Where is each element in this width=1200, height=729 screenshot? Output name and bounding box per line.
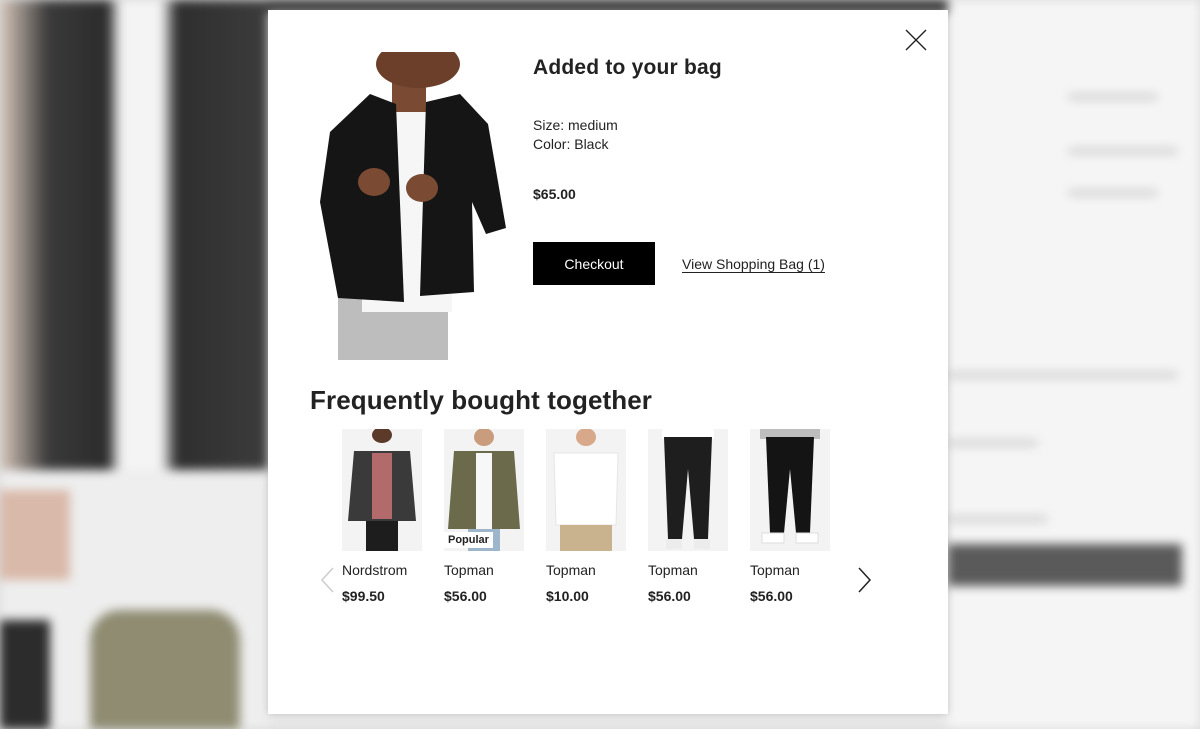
frequently-bought-together-title: Frequently bought together: [310, 385, 653, 415]
modal-title: Added to your bag: [533, 56, 722, 79]
item-size: Size: medium: [533, 117, 618, 133]
recommendation-price: $99.50: [342, 588, 385, 604]
modal-actions: Checkout View Shopping Bag (1): [533, 242, 893, 285]
recommendation-price: $56.00: [648, 588, 691, 604]
recommendation-thumbnail[interactable]: [342, 429, 422, 551]
recommendation-price: $56.00: [750, 588, 793, 604]
recommendation-price: $10.00: [546, 588, 589, 604]
view-shopping-bag-link[interactable]: View Shopping Bag (1): [682, 256, 825, 272]
background-strip-bottom: [268, 714, 948, 729]
close-button[interactable]: [904, 28, 928, 52]
checkout-button[interactable]: Checkout: [533, 242, 655, 285]
recommendation-thumbnail[interactable]: Popular: [444, 429, 524, 551]
product-image: [310, 52, 506, 360]
background-thumb: [90, 610, 240, 729]
carousel-prev-button[interactable]: [318, 566, 336, 594]
recommendation-thumbnail[interactable]: [648, 429, 728, 551]
background-product-photo: [0, 0, 268, 470]
background-thumb: [0, 620, 50, 729]
recommendation-thumbnail[interactable]: [546, 429, 626, 551]
chevron-left-icon: [320, 567, 334, 593]
recommendation-item[interactable]: Topman $10.00: [546, 429, 628, 604]
item-price: $65.00: [533, 186, 576, 202]
item-details: Size: medium Color: Black: [533, 116, 893, 154]
chevron-right-icon: [858, 567, 872, 593]
added-item-info: Added to your bag Size: medium Color: Bl…: [533, 56, 893, 285]
background-thumb: [0, 490, 70, 580]
recommendation-brand[interactable]: Topman: [750, 562, 832, 578]
background-sidebar: [948, 0, 1200, 729]
recommendation-brand[interactable]: Topman: [546, 562, 628, 578]
item-color: Color: Black: [533, 136, 609, 152]
popular-badge: Popular: [444, 532, 493, 548]
background-button: [948, 544, 1182, 586]
recommendation-item[interactable]: Topman $56.00: [750, 429, 832, 604]
background-thumbnails: [0, 470, 268, 729]
recommendation-brand[interactable]: Nordstrom: [342, 562, 424, 578]
carousel-next-button[interactable]: [856, 566, 874, 594]
recommendation-item[interactable]: Topman $56.00: [648, 429, 730, 604]
close-icon: [905, 29, 927, 51]
recommendation-item[interactable]: Nordstrom $99.50: [342, 429, 424, 604]
recommendation-brand[interactable]: Topman: [444, 562, 526, 578]
recommendation-item[interactable]: Popular Topman $56.00: [444, 429, 526, 604]
recommendation-thumbnail[interactable]: [750, 429, 830, 551]
added-to-bag-modal: Added to your bag Size: medium Color: Bl…: [268, 10, 948, 714]
recommendation-price: $56.00: [444, 588, 487, 604]
recommendation-brand[interactable]: Topman: [648, 562, 730, 578]
